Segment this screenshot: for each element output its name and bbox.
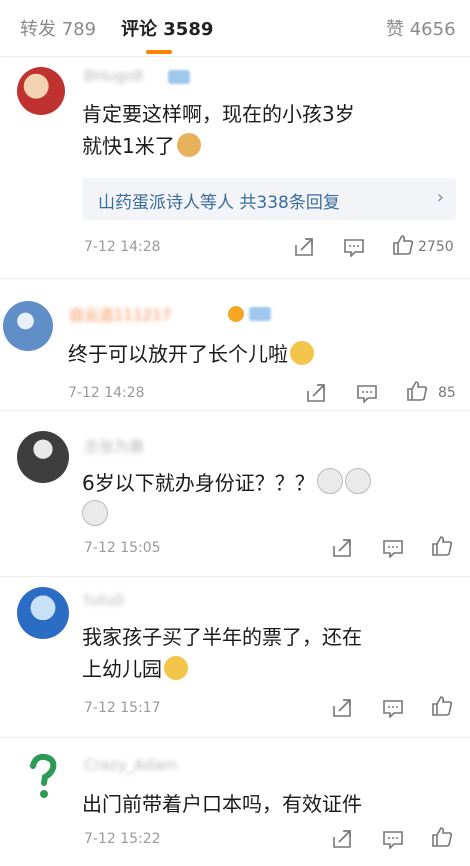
thumbs-up-icon[interactable]	[431, 695, 453, 717]
like-count: 85	[438, 385, 456, 401]
share-icon[interactable]	[331, 538, 353, 558]
scared-emoji-icon	[316, 468, 343, 494]
comment-text: 肯定要这样啊，现在的小孩3岁 就快1米了	[82, 102, 355, 158]
comment-time: 7-12 15:17	[84, 700, 161, 716]
comment-icon[interactable]	[382, 538, 404, 558]
verified-badge	[249, 307, 271, 321]
thumbs-up-icon[interactable]	[431, 826, 453, 848]
tab-repost[interactable]: 转发 789	[20, 15, 96, 41]
avatar[interactable]	[3, 301, 53, 351]
comment-tabs: 转发 789 评论 3589 赞 4656	[0, 0, 470, 57]
comment-icon[interactable]	[382, 698, 404, 718]
comment-text: 我家孩子买了半年的票了，还在 上幼儿园	[82, 625, 362, 681]
comment-item: 念张为慕 6岁以下就办身份证？？？ 7-12 15:05	[0, 411, 470, 576]
username[interactable]: 自云追111217	[69, 304, 171, 325]
tab-likes[interactable]: 赞 4656	[386, 15, 456, 41]
thumbs-up-icon[interactable]	[406, 380, 428, 402]
thumbs-up-icon[interactable]	[431, 535, 453, 557]
scared-emoji-icon	[82, 500, 108, 526]
username[interactable]: tutu0	[84, 591, 124, 609]
avatar[interactable]	[17, 67, 65, 115]
reply-summary[interactable]: 山药蛋派诗人等人 共338条回复 ›	[82, 178, 456, 220]
comment-text: 6岁以下就办身份证？？？	[82, 467, 442, 531]
username[interactable]: Crazy_Adam	[84, 756, 177, 774]
comment-item: tutu0 我家孩子买了半年的票了，还在 上幼儿园 7-12 15:17	[0, 577, 470, 737]
active-tab-indicator	[146, 50, 172, 54]
reply-summary-text: 山药蛋派诗人等人 共338条回复	[98, 193, 340, 213]
comment-time: 7-12 14:28	[84, 239, 161, 255]
comment-icon[interactable]	[356, 383, 378, 403]
share-icon[interactable]	[331, 698, 353, 718]
avatar[interactable]	[17, 587, 69, 639]
scared-emoji-icon	[344, 468, 371, 494]
tab-comments[interactable]: 评论 3589	[121, 15, 213, 41]
share-icon[interactable]	[305, 383, 327, 403]
share-icon[interactable]	[331, 829, 353, 849]
avatar[interactable]	[17, 750, 69, 802]
thumbs-up-icon[interactable]	[392, 234, 414, 256]
doge-emoji-icon	[176, 133, 201, 157]
question-mark-icon	[30, 753, 57, 798]
comment-item: BHugo8 肯定要这样啊，现在的小孩3岁 就快1米了 山药蛋派诗人等人 共33…	[0, 57, 470, 278]
username[interactable]: 念张为慕	[84, 436, 144, 457]
username[interactable]: BHugo8	[84, 67, 143, 85]
pleading-emoji-icon	[164, 656, 188, 680]
comment-item: Crazy_Adam 出门前带着户口本吗，有效证件 7-12 15:22	[0, 738, 470, 866]
like-count: 2750	[418, 239, 454, 255]
share-icon[interactable]	[293, 237, 315, 257]
comment-time: 7-12 15:22	[84, 831, 161, 847]
laughing-emoji-icon	[290, 341, 314, 365]
comment-icon[interactable]	[382, 829, 404, 849]
avatar[interactable]	[17, 431, 69, 483]
comment-time: 7-12 15:05	[84, 540, 161, 556]
medal-icon	[228, 306, 244, 322]
chevron-right-icon: ›	[436, 187, 444, 208]
comment-text: 出门前带着户口本吗，有效证件	[82, 792, 362, 816]
comment-text: 终于可以放开了长个儿啦	[68, 338, 458, 370]
comment-item: 自云追111217 终于可以放开了长个儿啦 7-12 14:28 85	[0, 279, 470, 409]
comment-icon[interactable]	[343, 237, 365, 257]
verified-badge	[168, 70, 190, 84]
comment-time: 7-12 14:28	[68, 385, 145, 401]
